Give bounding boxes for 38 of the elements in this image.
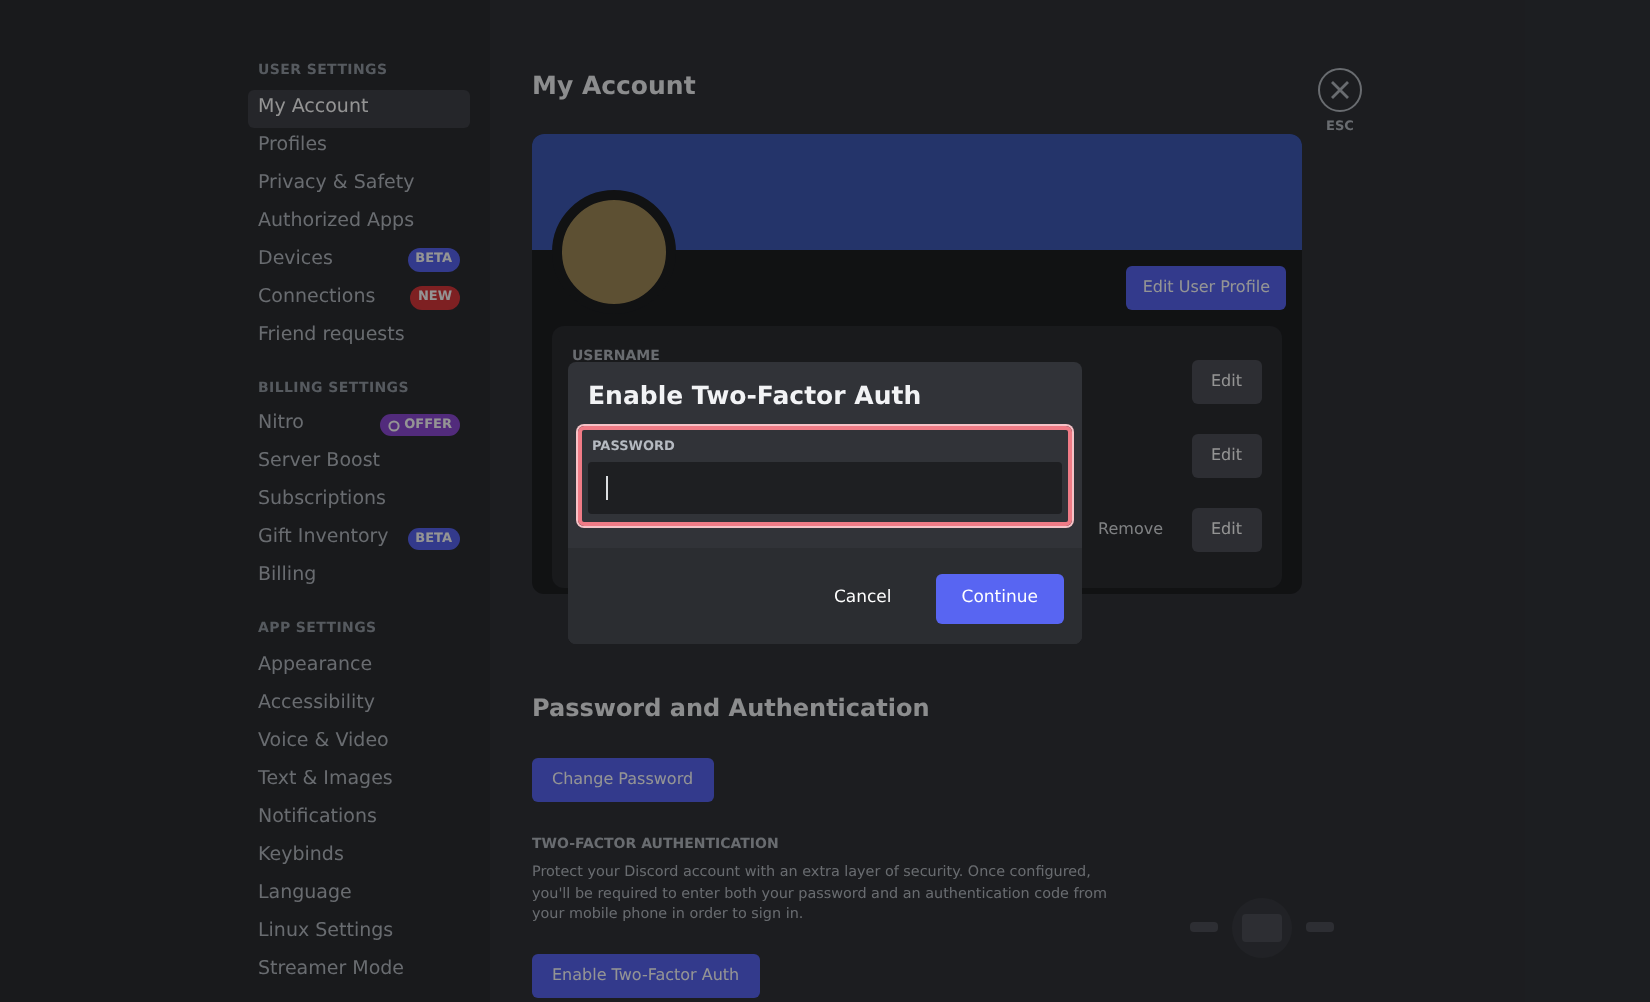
sidebar-item-label: Devices bbox=[258, 245, 333, 274]
sidebar-item[interactable]: Linux Settings bbox=[248, 913, 470, 951]
sidebar-item[interactable]: Accessibility bbox=[248, 685, 470, 723]
close-icon bbox=[1330, 80, 1350, 100]
enable-2fa-button[interactable]: Enable Two-Factor Auth bbox=[532, 953, 760, 998]
sidebar-item[interactable]: Appearance bbox=[248, 647, 470, 685]
sidebar-item[interactable]: Billing bbox=[248, 558, 470, 596]
close-button[interactable] bbox=[1318, 68, 1362, 112]
sidebar-item-label: Nitro bbox=[258, 410, 304, 439]
dialog-title: Enable Two-Factor Auth bbox=[586, 377, 924, 414]
continue-button[interactable]: Continue bbox=[935, 574, 1064, 625]
sidebar-item[interactable]: My Account bbox=[248, 89, 470, 127]
sidebar-item[interactable]: Streamer Mode bbox=[248, 951, 470, 989]
sidebar-item[interactable]: Profiles bbox=[248, 127, 470, 165]
sidebar-item[interactable]: Notifications bbox=[248, 799, 470, 837]
section-title: Password and Authentication bbox=[532, 691, 932, 726]
sidebar-item[interactable]: Privacy & Safety bbox=[248, 165, 470, 203]
sidebar-item-label: Connections bbox=[258, 283, 376, 312]
sidebar-item[interactable]: Keybinds bbox=[248, 837, 470, 875]
sidebar-item[interactable]: Text & Images bbox=[248, 761, 470, 799]
edit-profile-button[interactable]: Edit User Profile bbox=[1126, 265, 1286, 310]
sidebar-item[interactable]: Server Boost bbox=[248, 444, 470, 482]
sidebar-item[interactable]: Friend requests bbox=[248, 317, 470, 355]
sidebar-item[interactable]: Authorized Apps bbox=[248, 203, 470, 241]
sidebar-item[interactable]: Voice & Video bbox=[248, 723, 470, 761]
edit-button[interactable]: Edit bbox=[1191, 434, 1262, 479]
text-cursor-icon bbox=[606, 476, 608, 501]
edit-button[interactable]: Edit bbox=[1191, 360, 1262, 405]
edit-button[interactable]: Edit bbox=[1191, 508, 1262, 553]
sidebar-item[interactable]: Language bbox=[248, 875, 470, 913]
password-field[interactable] bbox=[588, 462, 1062, 515]
remove-link[interactable]: Remove bbox=[1098, 518, 1163, 543]
nitro-icon bbox=[388, 419, 401, 431]
sidebar-item[interactable]: Subscriptions bbox=[248, 482, 470, 520]
page-title: My Account bbox=[532, 68, 698, 104]
change-password-button[interactable]: Change Password bbox=[532, 757, 714, 802]
cancel-button[interactable]: Cancel bbox=[809, 574, 916, 625]
sidebar-item-label: Gift Inventory bbox=[258, 524, 389, 553]
